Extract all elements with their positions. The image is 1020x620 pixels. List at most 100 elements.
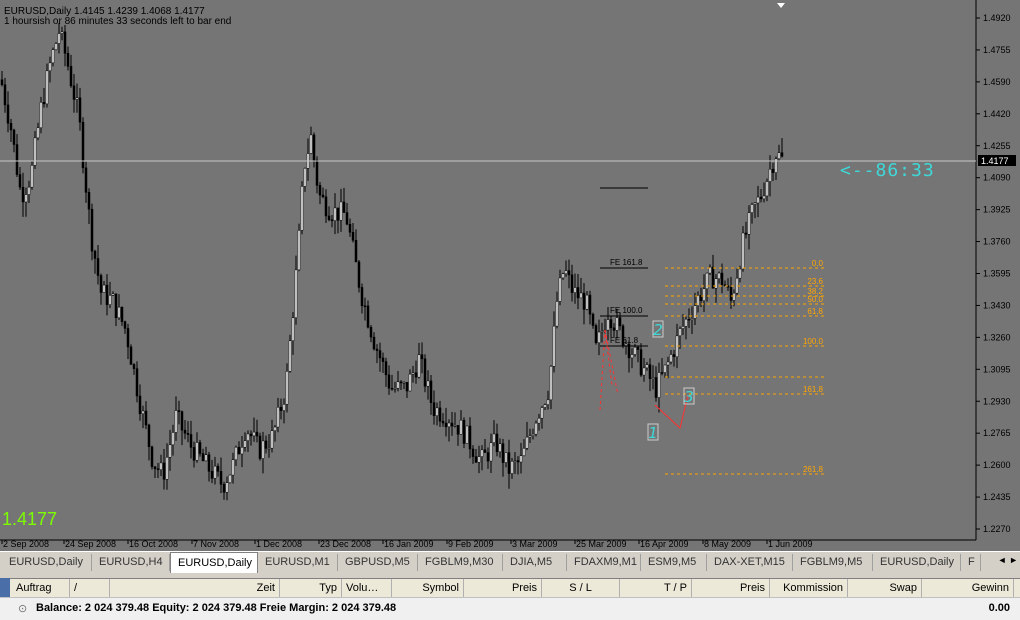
tab-dax-xet-m15[interactable]: DAX-XET,M15 bbox=[707, 554, 793, 571]
candle-body bbox=[402, 382, 406, 384]
candle-body bbox=[147, 424, 151, 448]
tab-fgblm9-m5[interactable]: FGBLM9,M5 bbox=[793, 554, 873, 571]
date-tick-label: 24 Sep 2008 bbox=[65, 539, 116, 549]
candle-body bbox=[753, 202, 757, 205]
tab-fgblm9-m30[interactable]: FGBLM9,M30 bbox=[418, 554, 503, 571]
candle-body bbox=[204, 454, 208, 462]
candle-body bbox=[414, 372, 418, 378]
tab-eurusd-daily[interactable]: EURUSD,Daily bbox=[873, 554, 961, 571]
candle-body bbox=[615, 317, 619, 331]
candle-body bbox=[258, 435, 262, 459]
candle-body bbox=[570, 274, 574, 293]
column-header-s-l[interactable]: S / L bbox=[542, 579, 620, 598]
column-header-zeit[interactable]: Zeit bbox=[110, 579, 280, 598]
date-tick-label: 9 Feb 2009 bbox=[448, 539, 494, 549]
candle-body bbox=[669, 354, 673, 363]
candle-body bbox=[342, 201, 346, 213]
price-tick-label: 1.2435 bbox=[983, 492, 1011, 502]
candle-body bbox=[102, 284, 106, 293]
fe-label: FE 61.8 bbox=[610, 336, 639, 345]
candle-body bbox=[27, 186, 31, 195]
candle-body bbox=[702, 288, 706, 301]
candle-body bbox=[117, 306, 121, 319]
candle-body bbox=[297, 230, 301, 271]
candle-body bbox=[30, 165, 34, 188]
candle-body bbox=[264, 440, 268, 449]
candle-body bbox=[216, 465, 220, 472]
candle-body bbox=[765, 181, 769, 197]
tab-eurusd-h4[interactable]: EURUSD,H4 bbox=[92, 554, 170, 571]
candle-body bbox=[345, 212, 349, 225]
chart-area[interactable]: 1.4920 1.4755 1.4590 1.4420 1.4255 1.4090 1.39… bbox=[0, 0, 1020, 551]
column-header-typ[interactable]: Typ bbox=[280, 579, 342, 598]
candle-body bbox=[6, 104, 10, 124]
candle-body bbox=[12, 129, 16, 145]
tab-eurusd-m1[interactable]: EURUSD,M1 bbox=[258, 554, 338, 571]
candle-body bbox=[363, 305, 367, 308]
tab-scroll-arrows[interactable]: ◄ ► bbox=[998, 555, 1018, 565]
candle-body bbox=[759, 196, 763, 200]
candle-body bbox=[144, 410, 148, 426]
tab-fdaxm9-m1[interactable]: FDAXM9,M1 bbox=[567, 554, 641, 571]
column-header-symbol[interactable]: Symbol bbox=[392, 579, 464, 598]
price-tick-label: 1.2270 bbox=[983, 524, 1011, 534]
column-header-[interactable]: / bbox=[70, 579, 110, 598]
column-header-t-p[interactable]: T / P bbox=[620, 579, 692, 598]
candle-body bbox=[18, 174, 22, 188]
candle-body bbox=[132, 364, 136, 369]
price-chart[interactable]: 1.4920 1.4755 1.4590 1.4420 1.4255 1.4090 1.39… bbox=[0, 0, 1020, 551]
candle-body bbox=[240, 447, 244, 455]
candle-body bbox=[24, 194, 28, 203]
candle-body bbox=[540, 407, 544, 419]
candle-body bbox=[87, 192, 91, 210]
column-header-preis[interactable]: Preis bbox=[692, 579, 770, 598]
tab-esm9-m5[interactable]: ESM9,M5 bbox=[641, 554, 707, 571]
candle-body bbox=[84, 167, 88, 193]
tab-f[interactable]: F bbox=[961, 554, 981, 571]
chart-header-timer: 1 hoursish or 86 minutes 33 seconds left… bbox=[4, 16, 232, 27]
candle-body bbox=[552, 325, 556, 367]
candle-body bbox=[348, 223, 352, 233]
tab-eurusd-daily[interactable]: EURUSD,Daily bbox=[2, 554, 92, 571]
candle-body bbox=[372, 336, 376, 350]
candle-body bbox=[600, 330, 604, 333]
candle-body bbox=[444, 422, 448, 428]
price-tick-label: 1.3760 bbox=[983, 237, 1011, 247]
candle-body bbox=[591, 313, 595, 326]
candle-body bbox=[441, 420, 445, 424]
candle-body bbox=[423, 358, 427, 387]
price-tick-label: 1.4755 bbox=[983, 45, 1011, 55]
candle-body bbox=[138, 395, 142, 414]
candle-body bbox=[525, 436, 529, 449]
candle-body bbox=[579, 292, 583, 299]
candle-body bbox=[555, 301, 559, 327]
candle-body bbox=[333, 207, 337, 221]
candle-body bbox=[165, 456, 169, 480]
tab-eurusd-daily[interactable]: EURUSD,Daily bbox=[170, 552, 258, 573]
candle-body bbox=[72, 85, 76, 100]
candle-body bbox=[471, 448, 475, 457]
candle-body bbox=[114, 293, 118, 319]
candle-body bbox=[588, 294, 592, 315]
candle-body bbox=[618, 317, 622, 327]
tab-gbpusd-m5[interactable]: GBPUSD,M5 bbox=[338, 554, 418, 571]
candle-body bbox=[531, 433, 535, 436]
candle-body bbox=[546, 399, 550, 405]
candle-body bbox=[327, 215, 331, 220]
current-price-tag: 1.4177 bbox=[981, 156, 1009, 166]
candle-body bbox=[177, 410, 181, 412]
column-header-swap[interactable]: Swap bbox=[848, 579, 922, 598]
candle-body bbox=[477, 456, 481, 463]
column-header-preis[interactable]: Preis bbox=[464, 579, 542, 598]
candle-body bbox=[504, 452, 508, 463]
column-header-kommission[interactable]: Kommission bbox=[770, 579, 848, 598]
candle-body bbox=[456, 425, 460, 435]
price-tick-label: 1.2765 bbox=[983, 428, 1011, 438]
tab-djia-m5[interactable]: DJIA,M5 bbox=[503, 554, 567, 571]
column-header-gewinn[interactable]: Gewinn bbox=[922, 579, 1014, 598]
column-header-auftrag[interactable]: Auftrag bbox=[12, 579, 70, 598]
candle-body bbox=[660, 372, 664, 374]
candle-body bbox=[366, 305, 370, 328]
column-header-volu[interactable]: Volu… bbox=[342, 579, 392, 598]
candle-body bbox=[159, 462, 163, 470]
